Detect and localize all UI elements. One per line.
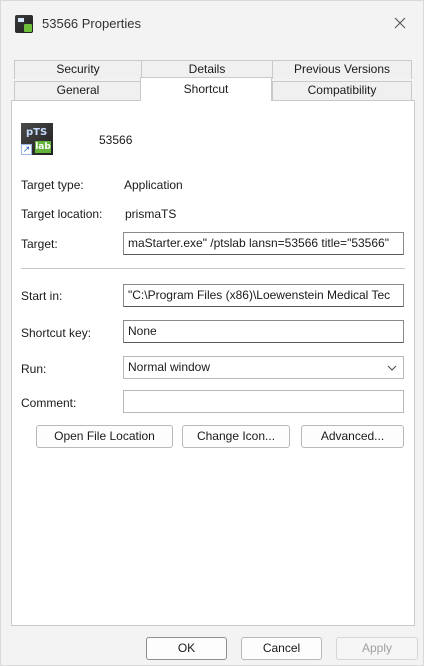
start-in-field[interactable]: "C:\Program Files (x86)\Loewenstein Medi… xyxy=(123,284,404,307)
target-location-value: prismaTS xyxy=(125,207,177,221)
comment-label: Comment: xyxy=(21,396,77,410)
target-field[interactable]: maStarter.exe" /ptslab lansn=53566 title… xyxy=(123,232,404,255)
target-label: Target: xyxy=(21,237,58,251)
change-icon-button[interactable]: Change Icon... xyxy=(182,425,290,448)
shortcut-name: 53566 xyxy=(99,133,133,147)
run-label: Run: xyxy=(21,362,47,376)
tab-shortcut[interactable]: Shortcut xyxy=(140,77,272,101)
advanced-button[interactable]: Advanced... xyxy=(301,425,404,448)
properties-window: 53566 Properties Security Details Previo… xyxy=(0,0,424,666)
run-select[interactable]: Normal window xyxy=(123,356,404,379)
target-location-label: Target location: xyxy=(21,207,103,221)
target-type-value: Application xyxy=(124,178,183,192)
apply-button[interactable]: Apply xyxy=(336,637,418,660)
ok-button[interactable]: OK xyxy=(146,637,227,660)
shortcut-key-field[interactable]: None xyxy=(123,320,404,343)
tab-general[interactable]: General xyxy=(14,81,142,100)
divider xyxy=(21,268,405,269)
close-icon xyxy=(394,17,406,29)
window-title: 53566 Properties xyxy=(42,16,142,31)
cancel-button[interactable]: Cancel xyxy=(241,637,322,660)
target-type-label: Target type: xyxy=(21,178,84,192)
tab-security[interactable]: Security xyxy=(14,60,142,79)
shortcut-key-label: Shortcut key: xyxy=(21,326,92,340)
tab-previous-versions[interactable]: Previous Versions xyxy=(272,60,412,79)
open-file-location-button[interactable]: Open File Location xyxy=(36,425,173,448)
app-icon xyxy=(15,15,33,33)
close-button[interactable] xyxy=(377,1,423,45)
tab-compatibility[interactable]: Compatibility xyxy=(272,81,412,100)
chevron-down-icon xyxy=(387,365,397,371)
title-bar: 53566 Properties xyxy=(1,1,423,49)
run-selected-value: Normal window xyxy=(128,360,211,374)
shortcut-icon: pTS lab ↗ xyxy=(21,123,53,155)
shortcut-arrow-icon: ↗ xyxy=(21,144,32,155)
comment-field[interactable] xyxy=(123,390,404,413)
start-in-label: Start in: xyxy=(21,289,63,303)
